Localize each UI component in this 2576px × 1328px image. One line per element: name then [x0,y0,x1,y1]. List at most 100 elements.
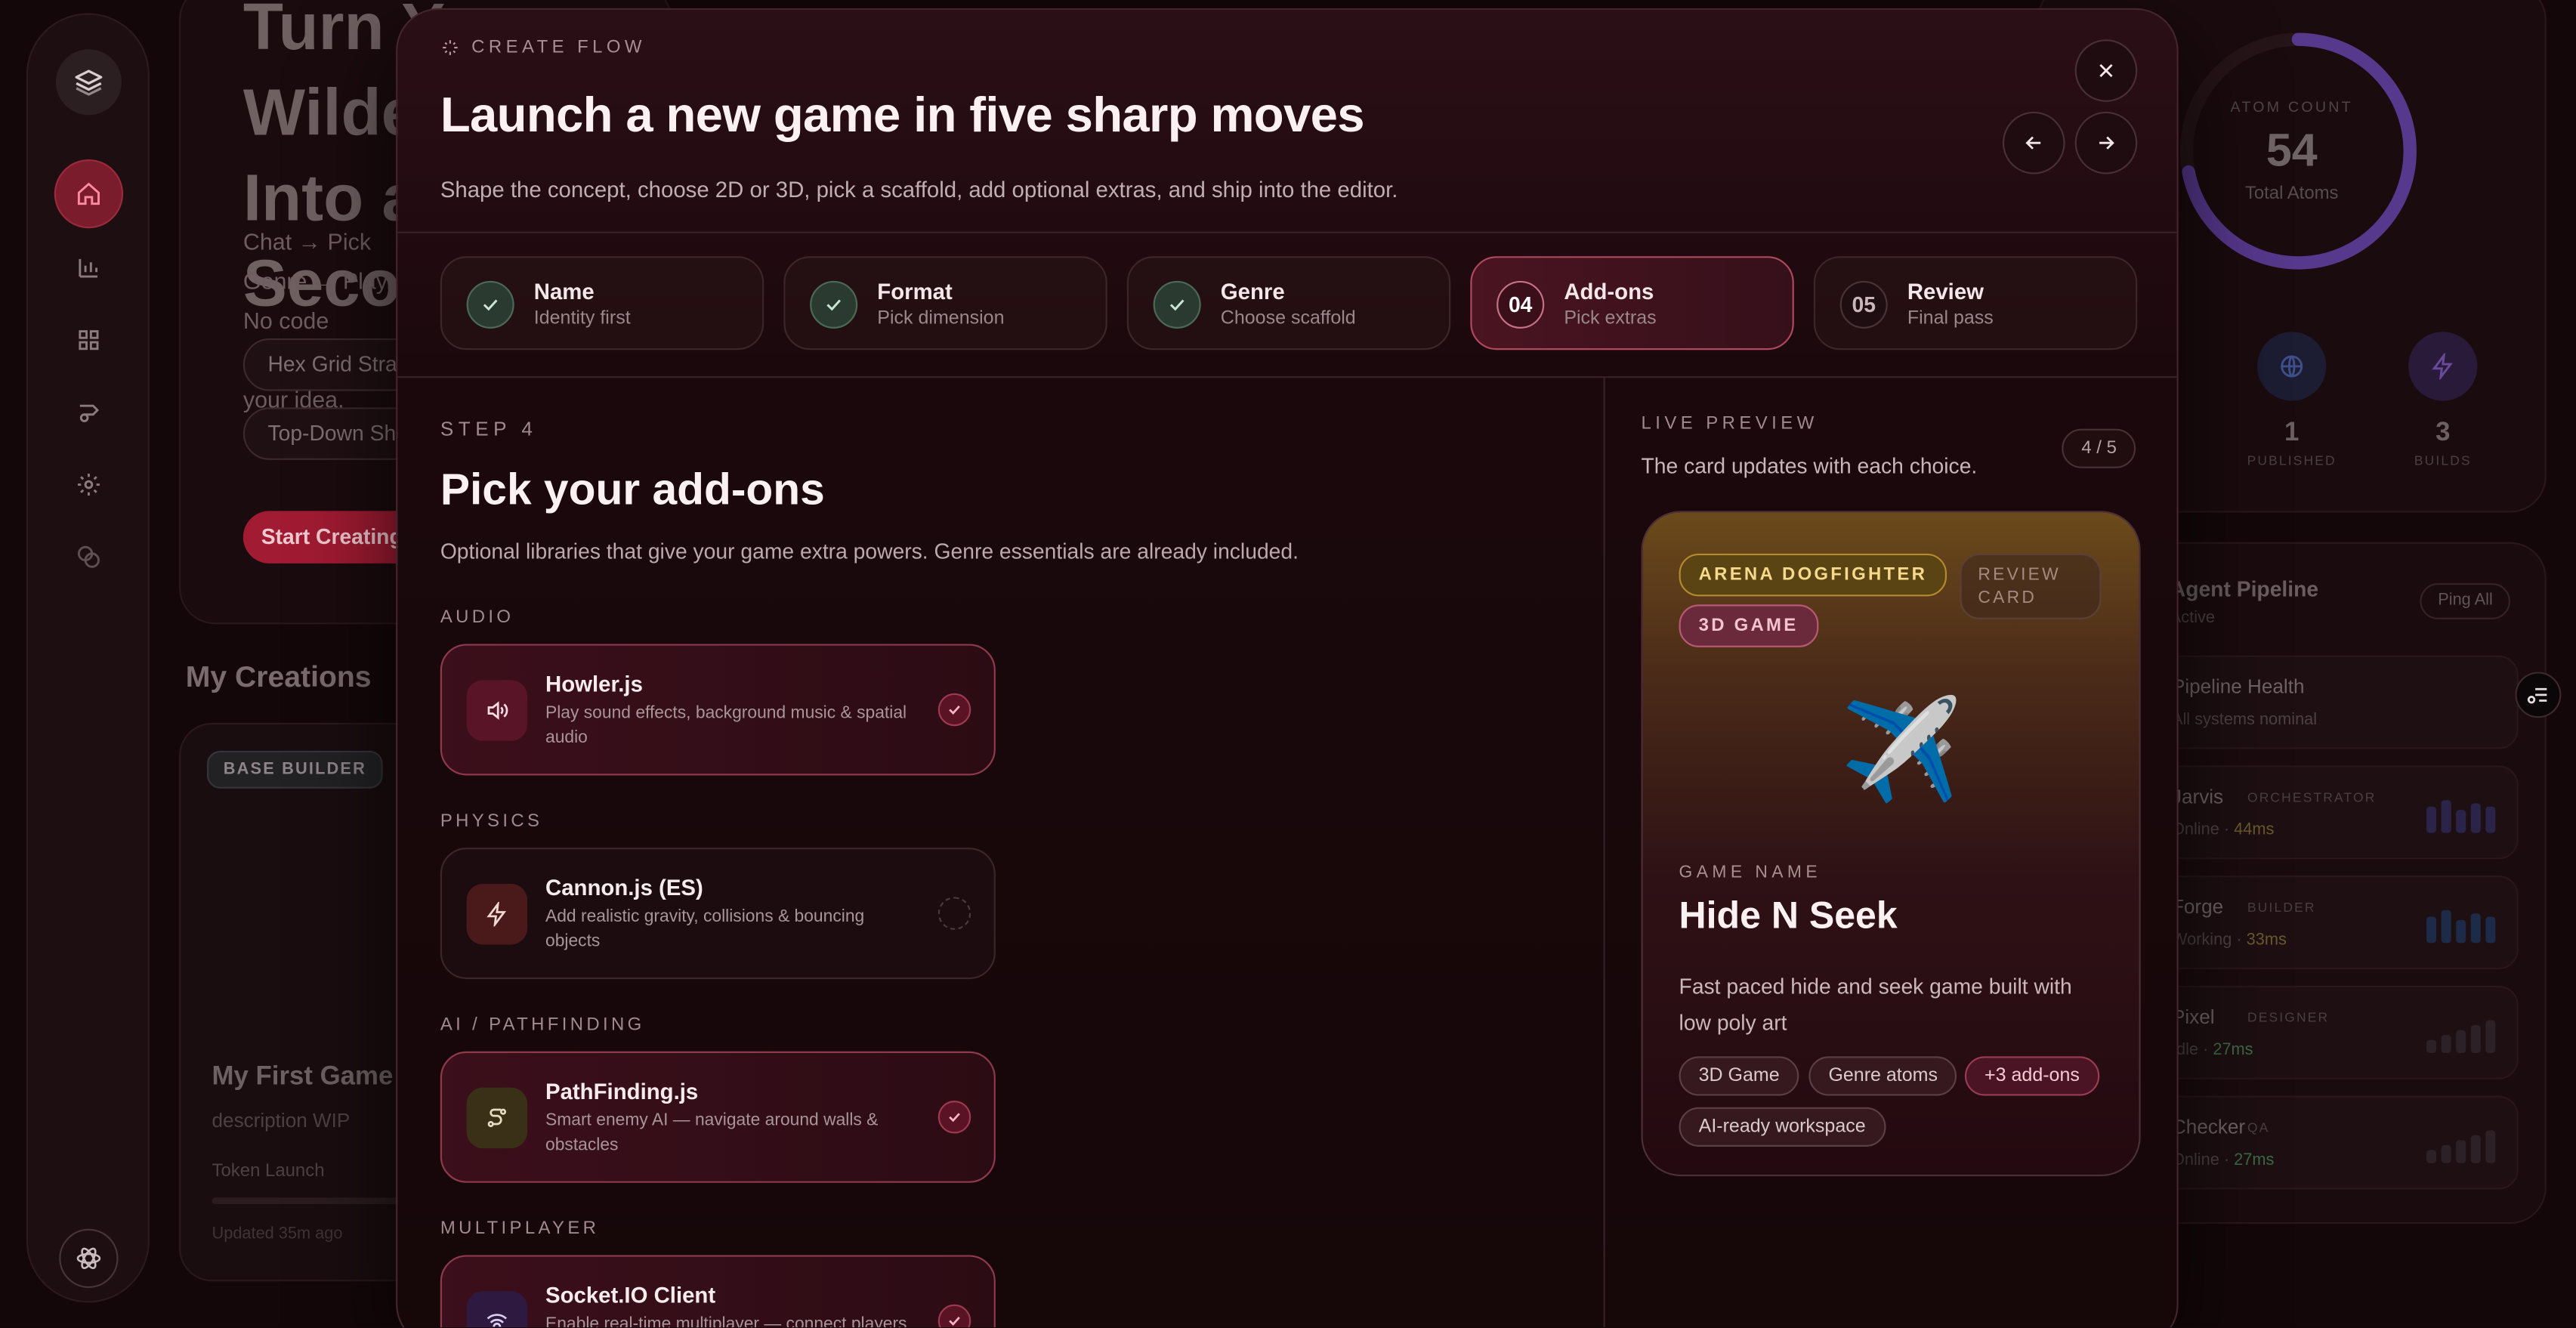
checkmark-icon[interactable] [937,693,971,727]
addon-socketio[interactable]: Socket.IO Client Enable real-time multip… [440,1255,996,1328]
addon-howler[interactable]: Howler.js Play sound effects, background… [440,644,996,776]
step-addons[interactable]: 04 Add-ons Pick extras [1470,256,1794,351]
agent-status: Idle · 27ms [2171,1041,2253,1060]
step-count-badge: 4 / 5 [2062,428,2136,468]
agent-name: Forge [2171,895,2224,919]
atom-count-value: 54 [2266,125,2318,176]
check-icon [810,280,858,329]
activity-bars [2426,910,2496,943]
game-name-label: GAME NAME [1679,862,1822,882]
published-stat: 1 PUBLISHED [2242,332,2340,468]
pipeline-row[interactable]: Forge BUILDER Working · 33ms [2140,876,2519,970]
sidebar-rail [26,13,150,1303]
divider [397,231,2177,233]
pipeline-row[interactable]: Pipeline Health All systems nominal [2140,655,2519,749]
globe-icon [2257,332,2327,401]
addon-desc: Smart enemy AI — navigate around walls &… [545,1110,879,1155]
step-title: Name [533,279,595,304]
pipeline-row[interactable]: Jarvis ORCHESTRATOR Online · 44ms [2140,765,2519,860]
unchecked-circle-icon[interactable] [937,897,971,930]
airplane-icon: ✈️ [1839,694,1963,805]
token-label: Token Launch [212,1161,325,1181]
pipeline-title: Agent Pipeline [2170,576,2319,601]
step-sub: Pick extras [1564,308,1657,329]
close-icon[interactable] [2074,39,2138,102]
wifi-icon [466,1291,528,1328]
ping-all-button[interactable]: Ping All [2420,583,2511,619]
live-preview-sub: The card updates with each choice. [1641,453,1978,478]
category-label: PHYSICS [440,811,543,832]
coins-icon[interactable] [63,530,116,583]
home-icon[interactable] [55,161,122,227]
filter-fab-icon[interactable] [2515,672,2562,718]
step-genre[interactable]: Genre Choose scaffold [1126,256,1451,351]
agent-role: DESIGNER [2247,1010,2330,1026]
chart-icon[interactable] [63,242,116,295]
pipeline-row[interactable]: Checker QA Online · 27ms [2140,1095,2519,1190]
preview-chip: 3D Game [1679,1056,1799,1096]
modal-eyebrow: CREATE FLOW [440,38,646,57]
published-label: PUBLISHED [2247,453,2337,468]
agent-name: Checker [2171,1115,2246,1139]
preview-chip: AI-ready workspace [1679,1107,1886,1147]
activity-bars [2426,1020,2496,1053]
check-icon [1153,280,1201,329]
layers-logo-icon[interactable] [55,49,122,116]
agent-role: QA [2247,1120,2270,1135]
game-name: Hide N Seek [1679,894,1898,937]
addon-name: PathFinding.js [545,1079,699,1104]
agent-name: Jarvis [2171,785,2224,808]
live-preview-label: LIVE PREVIEW [1641,414,1818,434]
builds-stat: 3 BUILDS [2394,332,2492,468]
atom-icon[interactable] [59,1228,119,1288]
back-arrow-icon[interactable] [2002,111,2065,174]
gear-icon[interactable] [63,459,116,511]
bolt-icon [466,883,528,945]
atom-count-label: ATOM COUNT [2230,98,2353,116]
addon-cannon[interactable]: Cannon.js (ES) Add realistic gravity, co… [440,848,996,980]
preview-card: ARENA DOGFIGHTER REVIEW CARD 3D GAME ✈️ … [1641,511,2141,1177]
stepper: Name Identity first Format Pick dimensio… [440,256,2138,351]
step-name[interactable]: Name Identity first [440,256,764,351]
divider [397,376,2177,378]
category-label: AI / PATHFINDING [440,1015,645,1036]
agent-name: Pipeline Health [2171,675,2305,699]
agent-status: Online · 44ms [2171,821,2275,840]
builds-label: BUILDS [2414,453,2472,468]
step-number: 05 [1839,280,1888,329]
addon-name: Socket.IO Client [545,1283,716,1308]
checkmark-icon[interactable] [937,1304,971,1328]
addon-pathfinding[interactable]: PathFinding.js Smart enemy AI — navigate… [440,1051,996,1183]
game-description: Fast paced hide and seek game built with… [1679,974,2072,1036]
genre-badge: BASE BUILDER [207,750,383,789]
step-number: 04 [1496,280,1545,329]
pipeline-row[interactable]: Pixel DESIGNER Idle · 27ms [2140,985,2519,1079]
game-desc: description WIP [212,1108,351,1132]
addon-desc: Enable real-time multiplayer — connect p… [545,1314,907,1328]
format-tag: 3D GAME [1679,604,1818,647]
agent-status: Online · 27ms [2171,1151,2275,1170]
genre-tag: ARENA DOGFIGHTER [1679,553,1947,597]
step-sub: Pick dimension [877,308,1005,329]
addon-desc: Add realistic gravity, collisions & boun… [545,906,865,952]
game-title: My First Game [212,1063,394,1092]
step-format[interactable]: Format Pick dimension [783,256,1107,351]
step-title: Add-ons [1564,279,1654,304]
divider [1603,376,1605,1328]
step-review[interactable]: 05 Review Final pass [1813,256,2138,351]
category-label: MULTIPLAYER [440,1218,600,1239]
agents-icon[interactable] [63,386,116,439]
step-sub: Choose scaffold [1220,308,1356,329]
forward-arrow-icon[interactable] [2074,111,2138,174]
agent-status: All systems nominal [2171,711,2318,730]
bolt-icon [2408,332,2478,401]
preview-chip: +3 add-ons [1964,1056,2099,1096]
preview-chip: Genre atoms [1808,1056,1958,1096]
grid-icon[interactable] [63,313,116,366]
step-label: STEP 4 [440,417,538,440]
updated-label: Updated 35m ago [212,1225,343,1244]
checkmark-icon[interactable] [937,1101,971,1134]
create-flow-modal: CREATE FLOW Launch a new game in five sh… [396,8,2179,1328]
review-card-tag: REVIEW CARD [1960,553,2102,619]
published-value: 1 [2284,418,2300,447]
